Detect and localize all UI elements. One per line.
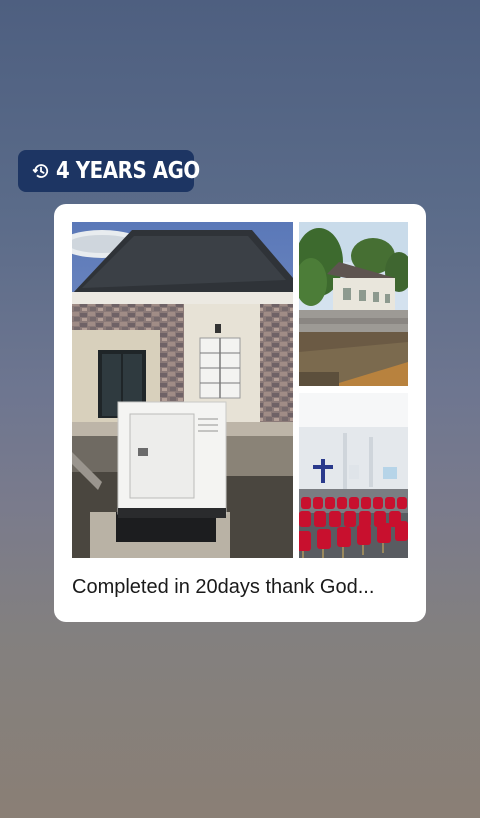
photo-church-hall[interactable] — [299, 393, 408, 558]
photo-building-exterior[interactable] — [299, 222, 408, 386]
history-icon — [32, 162, 50, 180]
memory-time-label: 4 YEARS AGO — [56, 158, 200, 184]
memory-card[interactable]: Completed in 20days thank God... — [54, 204, 426, 622]
memory-caption: Completed in 20days thank God... — [72, 576, 375, 598]
memory-time-badge: 4 YEARS AGO — [18, 150, 200, 192]
photo-bungalow-generator[interactable] — [72, 222, 293, 558]
